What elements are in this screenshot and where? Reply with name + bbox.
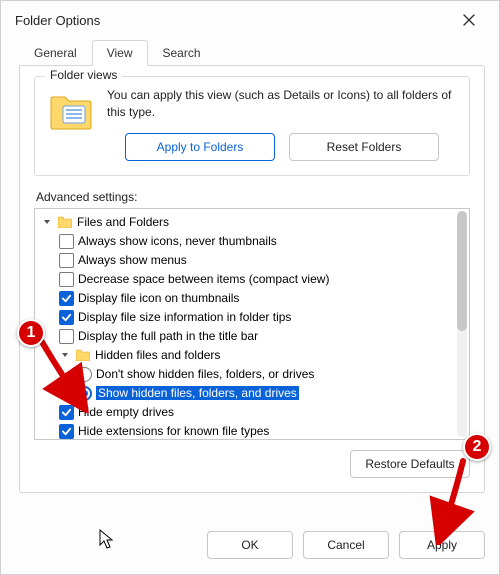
tree-item-label: Display the full path in the title bar — [78, 329, 258, 343]
scrollbar-thumb[interactable] — [457, 211, 467, 331]
checkbox[interactable] — [59, 272, 74, 287]
tree-item-label: Show hidden files, folders, and drives — [96, 386, 299, 400]
tab-view[interactable]: View — [92, 40, 148, 66]
window-title: Folder Options — [15, 13, 449, 28]
tree-item-label: Don't show hidden files, folders, or dri… — [96, 367, 314, 381]
reset-folders-button[interactable]: Reset Folders — [289, 133, 439, 161]
checkbox[interactable] — [59, 310, 74, 325]
tree-item-label: Display file size information in folder … — [78, 310, 291, 324]
tab-panel-view: Folder views You can apply this view (su… — [19, 65, 485, 493]
tree-group-hidden-files[interactable]: Hidden files and folders — [41, 346, 453, 365]
tree-item-show-hidden[interactable]: Show hidden files, folders, and drives — [41, 384, 453, 403]
tree-item-dont-show-hidden[interactable]: Don't show hidden files, folders, or dri… — [41, 365, 453, 384]
tree-group-label: Hidden files and folders — [95, 348, 220, 362]
folder-icon — [57, 214, 73, 230]
close-icon — [463, 14, 475, 26]
tree-item-label: Always show icons, never thumbnails — [78, 234, 277, 248]
tree-item-hide-empty-drives[interactable]: Hide empty drives — [41, 403, 453, 422]
folder-views-group: Folder views You can apply this view (su… — [34, 76, 470, 176]
tabstrip: General View Search — [19, 39, 485, 65]
tab-search[interactable]: Search — [148, 40, 216, 66]
scrollbar[interactable] — [457, 211, 467, 437]
dialog-body: General View Search Folder views — [1, 39, 499, 526]
titlebar: Folder Options — [1, 1, 499, 39]
advanced-settings-tree[interactable]: Files and Folders Always show icons, nev… — [34, 208, 470, 440]
folder-views-icon — [47, 87, 95, 135]
tree-item-label: Hide extensions for known file types — [78, 424, 269, 438]
tree-item-label: Always show menus — [78, 253, 187, 267]
tree-viewport: Files and Folders Always show icons, nev… — [35, 209, 455, 439]
checkbox[interactable] — [59, 291, 74, 306]
tab-general[interactable]: General — [19, 40, 92, 66]
checkbox[interactable] — [59, 253, 74, 268]
tree-group-label: Files and Folders — [77, 215, 169, 229]
close-button[interactable] — [449, 5, 489, 35]
checkbox[interactable] — [59, 405, 74, 420]
tree-item-label: Display file icon on thumbnails — [78, 291, 239, 305]
chevron-down-icon — [59, 349, 71, 361]
tree-item-hide-extensions[interactable]: Hide extensions for known file types — [41, 422, 453, 439]
tree-item-display-file-size[interactable]: Display file size information in folder … — [41, 308, 453, 327]
tree-item-display-file-icon[interactable]: Display file icon on thumbnails — [41, 289, 453, 308]
radio[interactable] — [77, 386, 92, 401]
checkbox[interactable] — [59, 234, 74, 249]
tree-item-always-show-icons[interactable]: Always show icons, never thumbnails — [41, 232, 453, 251]
tree-item-label: Decrease space between items (compact vi… — [78, 272, 329, 286]
restore-defaults-button[interactable]: Restore Defaults — [350, 450, 470, 478]
tree-group-files-and-folders[interactable]: Files and Folders — [41, 213, 453, 232]
checkbox[interactable] — [59, 329, 74, 344]
tree-item-always-show-menus[interactable]: Always show menus — [41, 251, 453, 270]
chevron-down-icon — [41, 216, 53, 228]
tree-item-compact-view[interactable]: Decrease space between items (compact vi… — [41, 270, 453, 289]
cancel-button[interactable]: Cancel — [303, 531, 389, 559]
tree-item-label: Hide empty drives — [78, 405, 174, 419]
tree-item-display-full-path[interactable]: Display the full path in the title bar — [41, 327, 453, 346]
folder-views-legend: Folder views — [45, 68, 122, 82]
folder-options-dialog: Folder Options General View Search Folde… — [0, 0, 500, 575]
apply-button[interactable]: Apply — [399, 531, 485, 559]
dialog-actions: OK Cancel Apply — [1, 526, 499, 574]
apply-to-folders-button[interactable]: Apply to Folders — [125, 133, 275, 161]
ok-button[interactable]: OK — [207, 531, 293, 559]
advanced-settings-label: Advanced settings: — [36, 190, 470, 204]
radio[interactable] — [77, 367, 92, 382]
folder-views-text: You can apply this view (such as Details… — [107, 87, 457, 121]
folder-icon — [75, 347, 91, 363]
checkbox[interactable] — [59, 424, 74, 439]
